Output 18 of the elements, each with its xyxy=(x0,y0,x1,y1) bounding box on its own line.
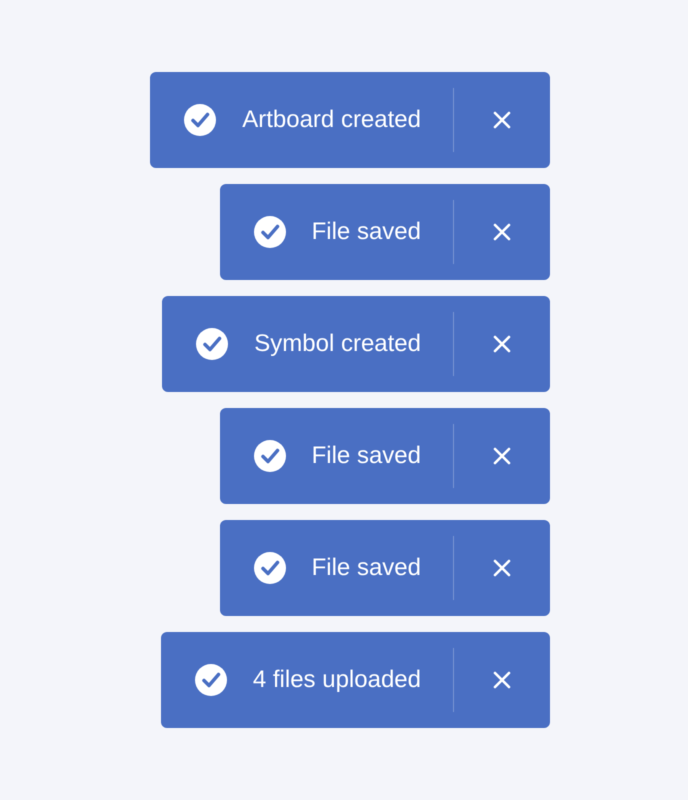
close-icon xyxy=(493,671,511,689)
toast-message: File saved xyxy=(312,217,421,247)
check-circle-icon xyxy=(184,104,216,136)
toast-message: Symbol created xyxy=(254,329,421,359)
check-circle-icon xyxy=(254,552,286,584)
close-icon xyxy=(493,223,511,241)
toast-message: Artboard created xyxy=(242,105,421,135)
close-icon xyxy=(493,447,511,465)
check-circle-icon xyxy=(196,328,228,360)
check-circle-icon xyxy=(254,440,286,472)
check-circle-icon xyxy=(194,664,227,696)
toast-message: File saved xyxy=(312,441,421,471)
close-icon xyxy=(493,559,511,577)
toast-message: File saved xyxy=(312,553,421,583)
check-circle-icon xyxy=(254,216,286,248)
toast-message: 4 files uploaded xyxy=(252,665,421,695)
close-icon xyxy=(493,335,511,353)
close-icon xyxy=(493,111,511,129)
